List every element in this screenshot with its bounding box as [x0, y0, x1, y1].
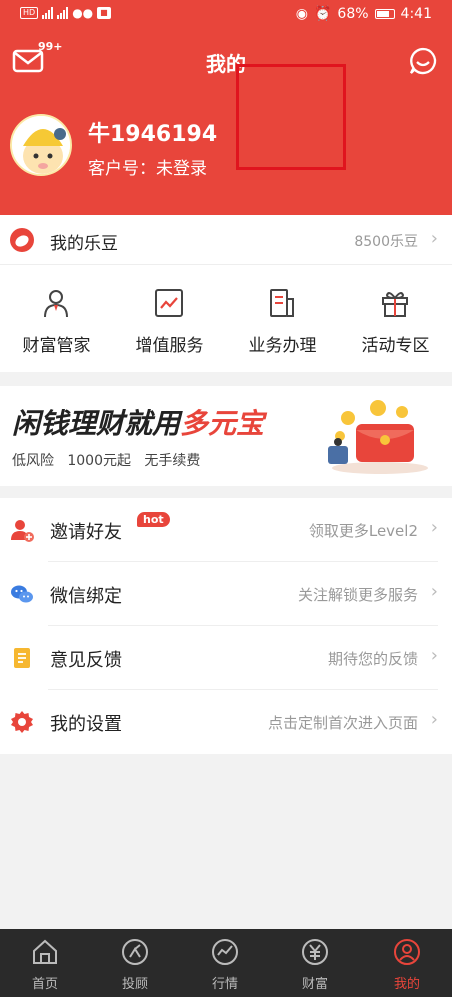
battery-percent: 68%: [337, 6, 369, 22]
alarm-icon: ⏰: [313, 6, 332, 22]
signal-icon-2: [57, 7, 69, 19]
account-number-label[interactable]: 客户号：未登录: [88, 154, 207, 179]
promo-banner[interactable]: 闲钱理财就用多元宝 低风险 1000元起 无手续费: [0, 386, 452, 486]
banner-subtitle: 低风险 1000元起 无手续费: [12, 453, 201, 469]
chevron-right-icon: ›: [430, 517, 438, 538]
chevron-right-icon: ›: [430, 645, 438, 666]
person-icon: [44, 290, 68, 318]
clock: 4:41: [400, 6, 432, 22]
list-hint: 期待您的反馈: [327, 650, 418, 668]
grid-label: 财富管家: [22, 336, 91, 356]
home-icon: [33, 939, 57, 964]
highlight-box: [236, 64, 346, 170]
ledou-value: 8500乐豆: [354, 234, 418, 250]
page-title: 我的: [206, 52, 246, 76]
nav-market[interactable]: 行情: [180, 929, 270, 997]
list-label: 微信绑定: [50, 586, 122, 607]
list-hint: 点击定制首次进入页面: [267, 714, 418, 732]
hot-badge: hot: [137, 512, 170, 527]
grid-label: 业务办理: [248, 336, 317, 356]
nav-label: 财富: [301, 977, 328, 992]
banner-illustration: [328, 400, 428, 474]
avatar[interactable]: [10, 114, 72, 176]
banner-title-main: 闲钱理财就用: [12, 407, 181, 440]
list-hint: 关注解锁更多服务: [297, 586, 418, 604]
list-label: 我的设置: [50, 714, 122, 735]
list-hint: 领取更多Level2: [308, 522, 418, 540]
nav-label: 投顾: [121, 977, 148, 992]
nav-advisor[interactable]: 投顾: [90, 929, 180, 997]
bean-icon: [10, 228, 34, 252]
ledou-row[interactable]: 我的乐豆 8500乐豆 ›: [0, 215, 452, 265]
eye-icon: ◉: [295, 6, 308, 22]
app-notification-icon: ■: [97, 7, 111, 19]
wechat-notification-icon: ●●: [72, 6, 94, 20]
chevron-right-icon: ›: [430, 581, 438, 602]
list-item-invite[interactable]: 邀请好友 hot 领取更多Level2 ›: [0, 498, 452, 562]
grid-item-business[interactable]: 业务办理: [226, 265, 339, 372]
list-label: 意见反馈: [50, 650, 122, 671]
profile-icon: [394, 939, 420, 965]
gift-icon: [382, 292, 408, 317]
nav-label: 首页: [31, 977, 58, 992]
grid-label: 增值服务: [135, 336, 204, 356]
market-icon: [212, 939, 238, 965]
advisor-icon: [122, 939, 148, 965]
ledou-label: 我的乐豆: [50, 234, 118, 254]
profile-header: HD ●● ■ ◉ ⏰ 68% 4:41 99+ 我的 牛1946194 客户号…: [0, 0, 452, 215]
battery-icon: [374, 9, 395, 19]
avatar-cow-icon: [12, 116, 70, 174]
grid-item-wealth-manager[interactable]: 财富管家: [0, 265, 113, 372]
list-item-feedback[interactable]: 意见反馈 期待您的反馈 ›: [0, 626, 452, 690]
settings-icon: [11, 711, 33, 733]
chevron-right-icon: ›: [430, 228, 438, 249]
quick-access-card: 我的乐豆 8500乐豆 › 财富管家 增值服务 业务办理 活动专区: [0, 215, 452, 372]
username: 牛1946194: [88, 122, 218, 147]
chevron-right-icon: ›: [430, 709, 438, 730]
nav-profile[interactable]: 我的: [362, 929, 452, 997]
nav-home[interactable]: 首页: [0, 929, 90, 997]
list-item-wechat[interactable]: 微信绑定 关注解锁更多服务 ›: [0, 562, 452, 626]
service-grid: 财富管家 增值服务 业务办理 活动专区: [0, 265, 452, 372]
signal-icon: [42, 7, 54, 19]
signal-indicators: HD ●● ■: [20, 6, 111, 20]
grid-label: 活动专区: [361, 336, 430, 356]
status-bar: HD ●● ■ ◉ ⏰ 68% 4:41: [0, 0, 452, 32]
feedback-icon: [14, 648, 30, 668]
wealth-icon: [302, 939, 328, 965]
bottom-nav: 首页 投顾 行情 财富 我的: [0, 929, 452, 997]
chart-icon: [155, 289, 183, 317]
nav-wealth[interactable]: 财富: [270, 929, 360, 997]
nav-label: 行情: [211, 977, 238, 992]
hd-icon: HD: [20, 7, 39, 19]
document-icon: [270, 289, 294, 317]
grid-item-events[interactable]: 活动专区: [339, 265, 452, 372]
invite-icon: [11, 520, 34, 542]
nav-label: 我的: [393, 977, 420, 992]
list-item-settings[interactable]: 我的设置 点击定制首次进入页面 ›: [0, 690, 452, 754]
banner-title: 闲钱理财就用多元宝: [12, 402, 264, 442]
status-right: ◉ ⏰ 68% 4:41: [296, 6, 432, 22]
grid-item-value-added[interactable]: 增值服务: [113, 265, 226, 372]
chat-icon[interactable]: [408, 46, 438, 76]
wechat-icon: [11, 585, 33, 603]
banner-title-highlight: 多元宝: [180, 407, 265, 440]
list-label: 邀请好友: [50, 522, 122, 543]
settings-list: 邀请好友 hot 领取更多Level2 › 微信绑定 关注解锁更多服务 › 意见…: [0, 498, 452, 754]
